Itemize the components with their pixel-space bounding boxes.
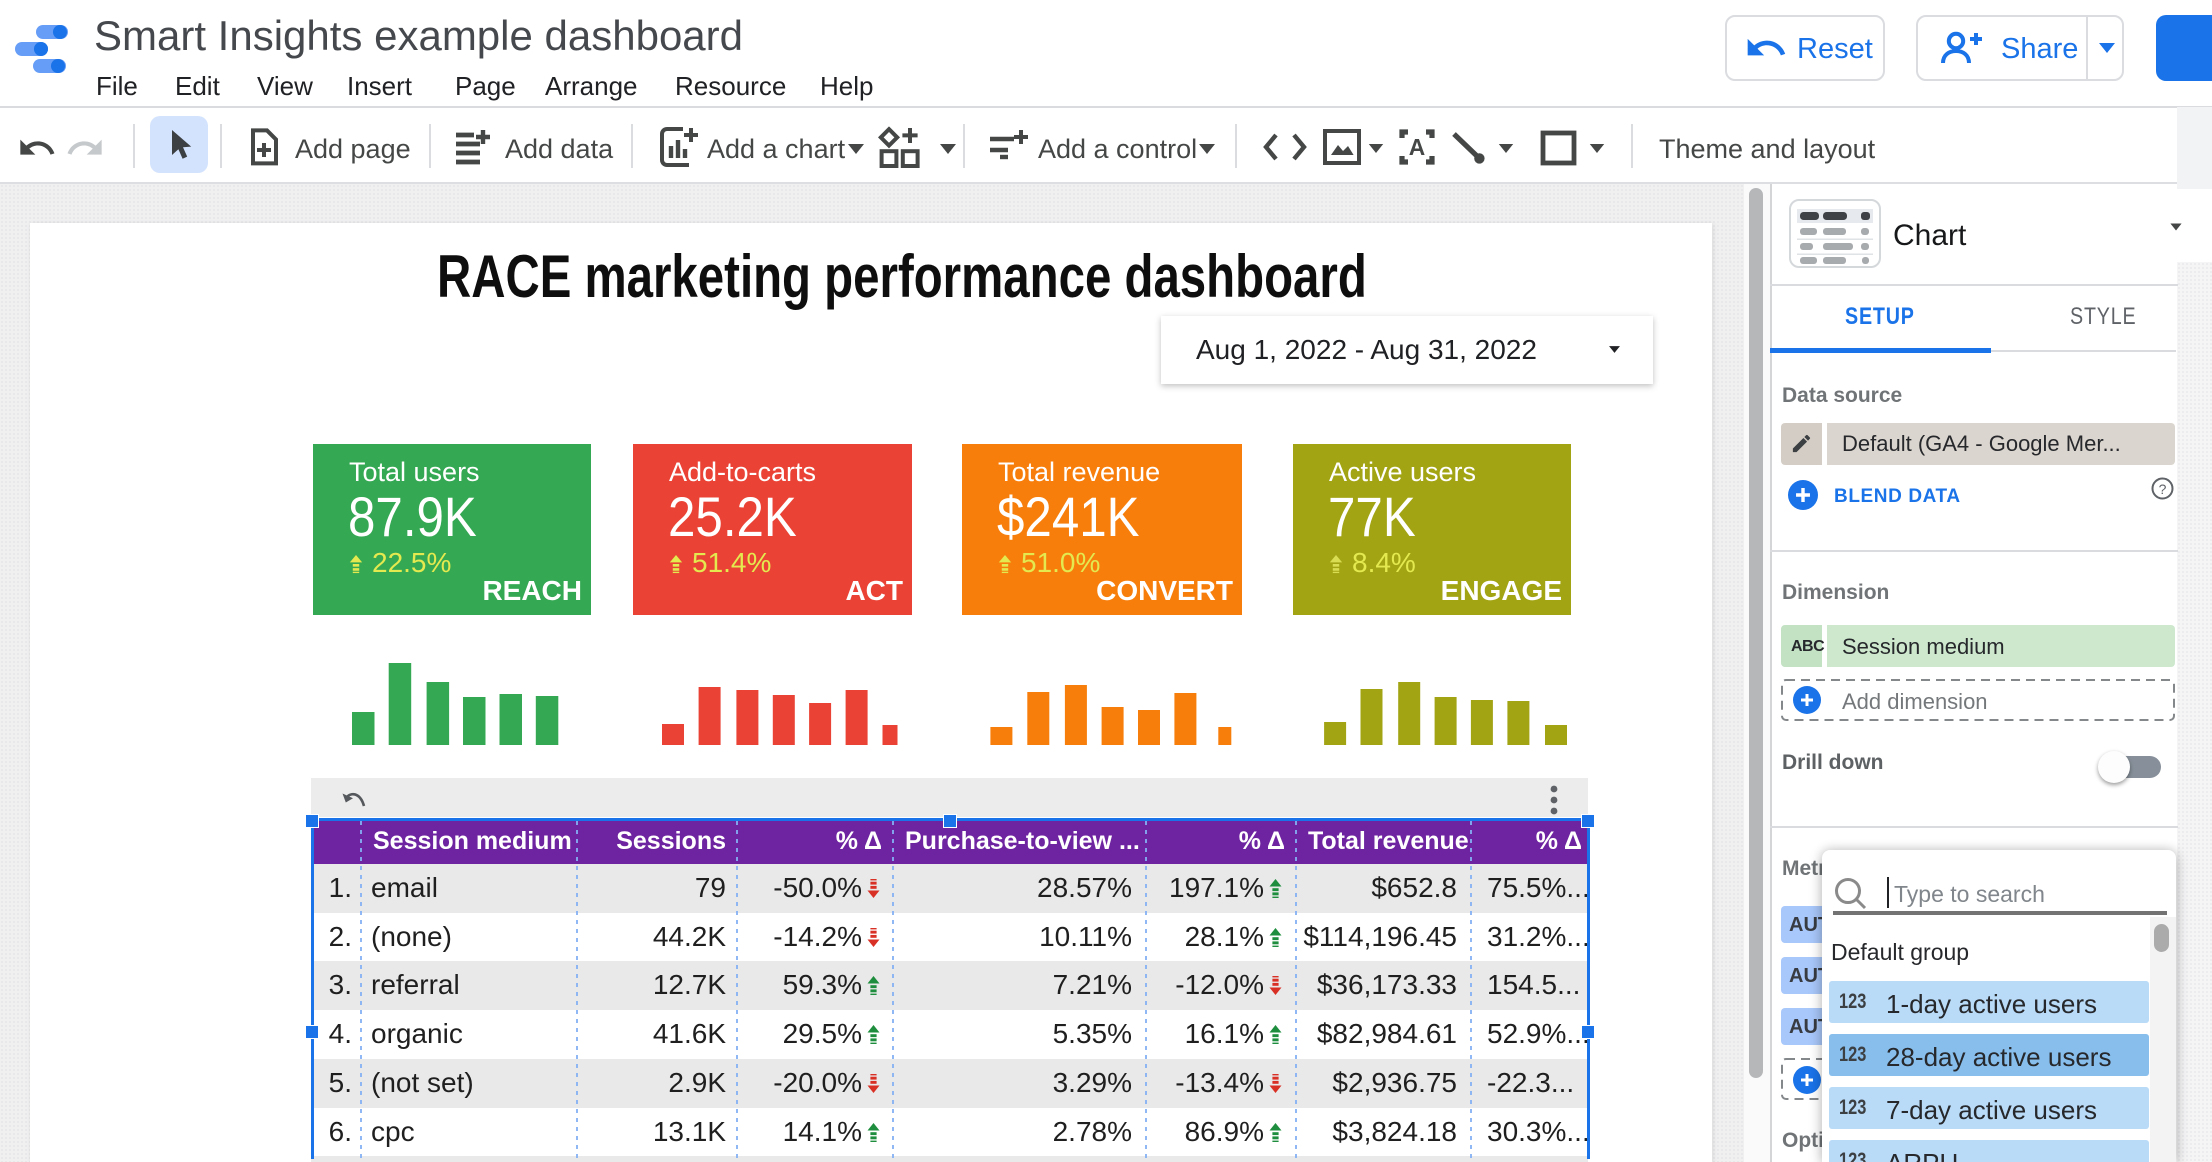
svg-text:A: A bbox=[1409, 134, 1425, 160]
svg-text:?: ? bbox=[2159, 481, 2167, 497]
